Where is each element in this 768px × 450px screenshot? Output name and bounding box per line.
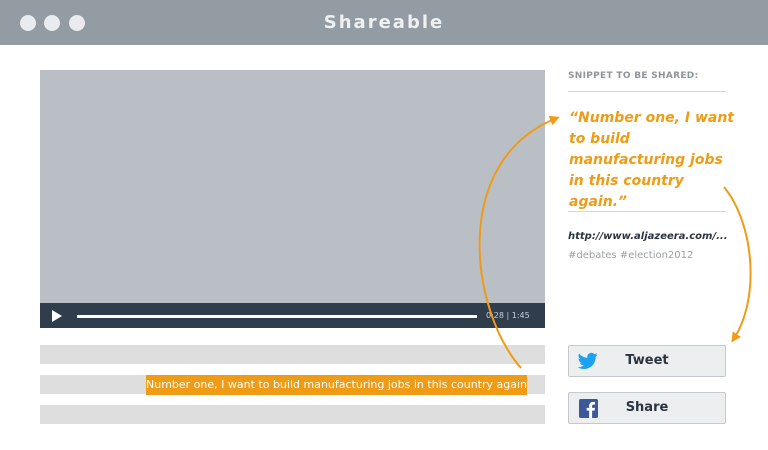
annotation-arrows bbox=[478, 115, 752, 369]
arrow-to-quote bbox=[478, 115, 560, 369]
arrow-to-tweet bbox=[723, 186, 752, 343]
